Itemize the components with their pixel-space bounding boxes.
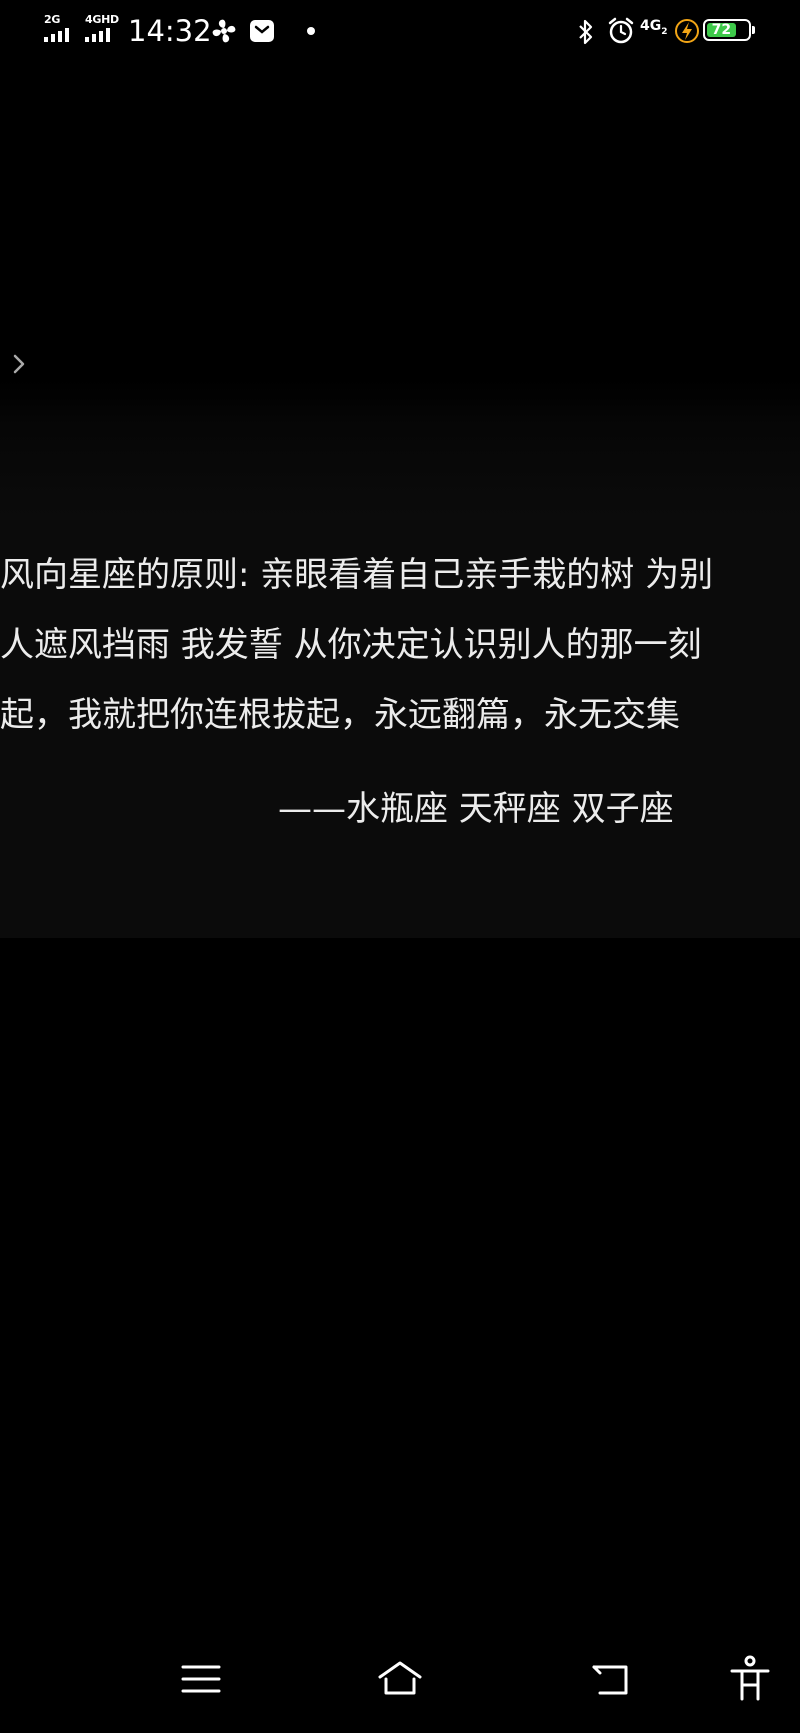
battery-nub [752,26,755,34]
sim2-signal: 4GHD [85,14,119,42]
battery-indicator: 72 [703,19,755,41]
smoke-overlay [0,378,800,518]
notification-dot [307,27,315,35]
sim1-signal: 2G [44,14,69,42]
network-label: 4G [640,18,662,34]
menu-icon[interactable] [177,1655,225,1703]
status-bar: 2G 4GHD 14:32 4G2 72 [0,0,800,64]
quote-signature: ——水瓶座 天秤座 双子座 [278,789,674,829]
sim2-label: 4GHD [85,13,119,26]
alarm-icon [608,17,634,44]
navigation-bar [0,1633,800,1733]
message-icon [250,20,274,42]
fan-icon [212,19,236,43]
signal-bars-icon [44,28,69,42]
screen: 2G 4GHD 14:32 4G2 72 风向星座的原则: 亲眼看着自己亲手栽的… [0,0,800,1733]
accessibility-icon[interactable] [726,1655,774,1703]
quote-line: 人遮风挡雨 我发誓 从你决定认识别人的那一刻 [0,625,702,665]
signal-bars-icon [85,28,110,42]
battery-level: 72 [707,23,736,37]
charging-icon [675,19,699,43]
sim1-label: 2G [44,13,61,26]
bluetooth-icon [579,19,593,45]
home-icon[interactable] [376,1655,424,1703]
quote-text: 风向星座的原则: 亲眼看着自己亲手栽的树 为别 人遮风挡雨 我发誓 从你决定认识… [0,540,800,750]
quote-line: 风向星座的原则: 亲眼看着自己亲手栽的树 为别 [0,555,714,595]
network-indicator: 4G2 [640,18,668,37]
back-icon[interactable] [586,1655,634,1703]
quote-line: 起，我就把你连根拔起，永远翻篇，永无交集 [0,695,680,735]
status-time: 14:32 [128,14,212,48]
chevron-right-icon[interactable] [10,350,30,378]
network-sub: 2 [661,26,668,37]
